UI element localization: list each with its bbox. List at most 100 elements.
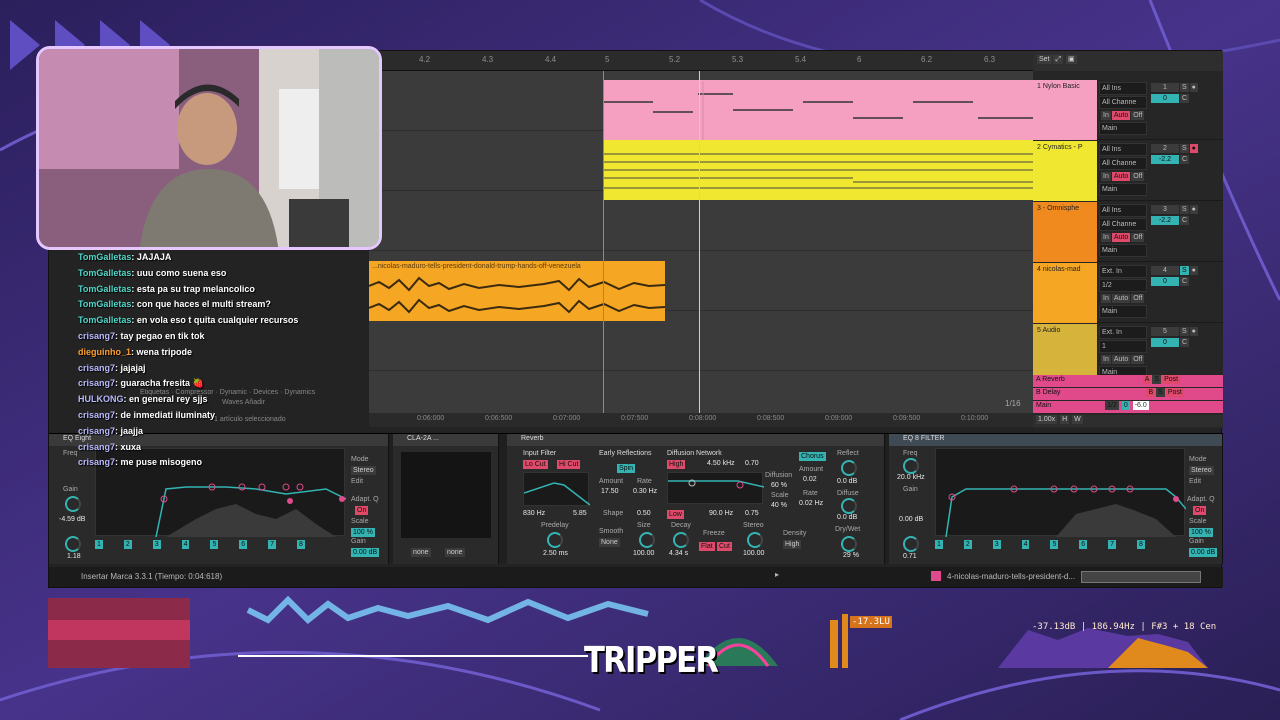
device-title[interactable]: Reverb	[507, 434, 884, 446]
lane-2[interactable]	[369, 131, 1033, 200]
playhead[interactable]	[699, 71, 700, 416]
cut-toggle[interactable]: Cut	[717, 542, 732, 551]
pan-field[interactable]: C	[1180, 94, 1190, 103]
browser-tag[interactable]: Devices	[253, 389, 278, 396]
selected-clip-name[interactable]: 4-nicolas-maduro-tells-president-d...	[947, 572, 1075, 581]
reflect-value[interactable]: 0.0 dB	[837, 478, 857, 485]
track-2[interactable]: 2 Cymatics - P All Ins All Channe In Auto…	[1033, 141, 1223, 201]
arm-button[interactable]: ●	[1189, 266, 1198, 275]
return-letter[interactable]: A	[1142, 375, 1152, 384]
browser-tag[interactable]: Añadir	[245, 399, 265, 406]
arrangement-lanes[interactable]: ...nicolas-maduro-tells-president-donald…	[368, 71, 1033, 416]
predelay-knob[interactable]	[547, 532, 563, 548]
main-volume[interactable]: 0	[1121, 401, 1130, 410]
quantize-value[interactable]: 1/16	[1005, 399, 1021, 408]
main-track[interactable]: Main 1/2 0 -6.0	[1033, 401, 1223, 413]
lowcut-toggle[interactable]: Lo Cut	[523, 460, 548, 469]
sidechain-select-2[interactable]: none	[445, 548, 465, 557]
main-db[interactable]: -6.0	[1132, 401, 1149, 410]
arm-button[interactable]: ●	[1189, 327, 1198, 336]
device-cla-2a[interactable]: CLA-2A ... none none	[393, 434, 499, 564]
low-freq[interactable]: 90.0 Hz	[709, 510, 733, 517]
monitor-in[interactable]: In	[1101, 355, 1111, 364]
monitor-in[interactable]: In	[1101, 172, 1111, 181]
decay-knob[interactable]	[673, 532, 689, 548]
volume-field[interactable]: -2.2	[1151, 155, 1179, 164]
input-channel-select[interactable]: All Channe	[1099, 96, 1147, 109]
edit-label[interactable]: Edit	[351, 478, 363, 485]
hicut-toggle[interactable]: Hi Cut	[557, 460, 581, 469]
pan-field[interactable]: C	[1180, 277, 1190, 286]
set-button[interactable]: Set	[1037, 55, 1052, 64]
lane-3[interactable]	[369, 191, 1033, 251]
stereo-value[interactable]: 100.00	[743, 550, 764, 557]
q-knob[interactable]	[65, 536, 81, 552]
zoom-value[interactable]: 1.00x	[1036, 415, 1058, 424]
input-channel-select[interactable]: 1/2	[1099, 279, 1147, 292]
volume-field[interactable]: 0	[1151, 338, 1179, 347]
chorus-rate-value[interactable]: 0.02 Hz	[799, 500, 823, 507]
band-7[interactable]: 7	[1108, 540, 1117, 549]
diffuse-value[interactable]: 0.0 dB	[837, 514, 857, 521]
device-eq-filter[interactable]: EQ 8 FILTER Freq 20.0 kHz Gain 0.00 dB 0…	[889, 434, 1223, 564]
track-4[interactable]: 4 nicolas-mad Ext. In 1/2 In Auto Off Main…	[1033, 263, 1223, 323]
monitor-in[interactable]: In	[1101, 111, 1111, 120]
q-value[interactable]: 1.18	[67, 553, 81, 560]
out-gain-value[interactable]: 0.00 dB	[1189, 548, 1218, 557]
band-7[interactable]: 7	[268, 540, 277, 549]
band-8[interactable]: 8	[297, 540, 305, 549]
volume-field[interactable]: 0	[1151, 277, 1179, 286]
band-6[interactable]: 6	[239, 540, 248, 549]
filter-display[interactable]	[523, 472, 591, 506]
band-2[interactable]: 2	[123, 540, 132, 549]
monitor-off[interactable]: Off	[1131, 294, 1145, 303]
monitor-auto[interactable]: Auto	[1111, 355, 1131, 364]
monitor-off[interactable]: Off	[1131, 233, 1145, 242]
zoom-w[interactable]: W	[1072, 415, 1083, 424]
post-button[interactable]: Post	[1165, 388, 1184, 397]
browser-tag[interactable]: Compressor	[175, 389, 213, 396]
freq-knob[interactable]	[903, 458, 919, 474]
solo-button[interactable]: S	[1180, 266, 1189, 275]
decay-value[interactable]: 4.34 s	[669, 550, 688, 557]
arm-button[interactable]: ●	[1189, 83, 1198, 92]
spin-toggle[interactable]: Spin	[617, 464, 636, 473]
band-4[interactable]: 4	[1021, 540, 1030, 549]
band-1[interactable]: 1	[95, 540, 103, 549]
device-title[interactable]: EQ 8 FILTER	[889, 434, 1222, 446]
input-channel-select[interactable]: All Channe	[1099, 218, 1147, 231]
monitor-off[interactable]: Off	[1131, 111, 1145, 120]
monitor-in[interactable]: In	[1101, 233, 1111, 242]
volume-field[interactable]: -2.2	[1151, 216, 1179, 225]
mode-select[interactable]: Stereo	[1189, 466, 1214, 475]
device-reverb[interactable]: Reverb Input Filter Lo Cut Hi Cut 830 Hz…	[507, 434, 885, 564]
track-1[interactable]: 1 Nylon Basic All Ins All Channe In Auto O…	[1033, 80, 1223, 140]
solo-button[interactable]: S	[1152, 375, 1162, 384]
band-5[interactable]: 5	[1050, 540, 1059, 549]
filter-width[interactable]: 5.85	[573, 510, 587, 517]
flat-toggle[interactable]: Flat	[699, 542, 715, 551]
monitor-in[interactable]: In	[1101, 294, 1111, 303]
return-letter[interactable]: B	[1146, 388, 1156, 397]
arm-button[interactable]: ●	[1189, 205, 1198, 214]
diffusion-value[interactable]: 60 %	[771, 482, 787, 489]
lane-1[interactable]	[369, 71, 1033, 140]
post-button[interactable]: Post	[1162, 375, 1181, 384]
browser-tag[interactable]: Etiquetas	[140, 389, 169, 396]
band-3[interactable]: 3	[152, 540, 161, 549]
band-1[interactable]: 1	[935, 540, 943, 549]
input-channel-select[interactable]: 1	[1099, 340, 1147, 353]
track-3[interactable]: 3 - Omnisphe All Ins All Channe In Auto Of…	[1033, 202, 1223, 262]
scale-value[interactable]: 40 %	[771, 502, 787, 509]
browser-tag[interactable]: Dynamic	[220, 389, 247, 396]
band-6[interactable]: 6	[1079, 540, 1088, 549]
monitor-off[interactable]: Off	[1131, 172, 1145, 181]
track-name[interactable]: 1 Nylon Basic	[1033, 80, 1097, 140]
return-track-b[interactable]: B Delay B S Post	[1033, 388, 1223, 400]
q-knob[interactable]	[903, 536, 919, 552]
monitor-auto[interactable]: Auto	[1111, 294, 1131, 303]
lock-icon[interactable]: ▣	[1066, 55, 1077, 64]
browser-tag[interactable]: Waves	[222, 399, 243, 406]
solo-button[interactable]: S	[1156, 388, 1165, 397]
device-title[interactable]: CLA-2A ...	[393, 434, 498, 446]
